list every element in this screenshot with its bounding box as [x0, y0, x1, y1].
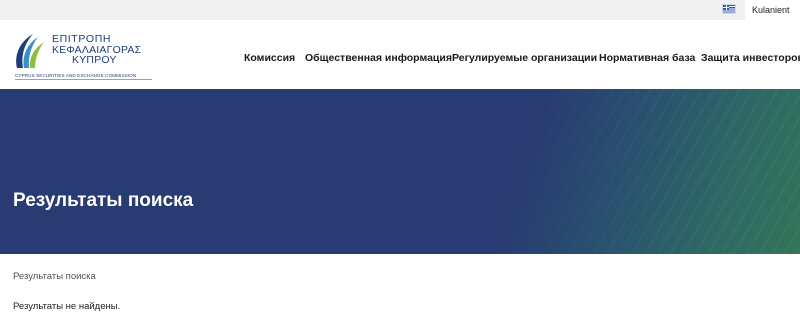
- no-results-message: Результаты не найдены.: [13, 301, 121, 312]
- page-hero-banner: Результаты поиска: [0, 89, 800, 254]
- nav-item-legal-framework[interactable]: Нормативная база: [599, 51, 695, 65]
- logo-wordmark: ΕΠΙΤΡΟΠΗ ΚΕΦΑΛΑΙΑΓΟΡΑΣ ΚΥΠΡΟΥ: [52, 33, 142, 66]
- breadcrumb: Результаты поиска: [13, 271, 96, 282]
- nav-item-investor-protection[interactable]: Защита инвесторов: [701, 51, 800, 65]
- site-header: ΕΠΙΤΡΟΠΗ ΚΕΦΑΛΑΙΑΓΟΡΑΣ ΚΥΠΡΟΥ CYPRUS SEC…: [0, 20, 800, 89]
- logo-underline: [15, 79, 152, 80]
- top-utility-bar: Kulanient: [0, 0, 800, 20]
- cysec-logo[interactable]: ΕΠΙΤΡΟΠΗ ΚΕΦΑΛΑΙΑΓΟΡΑΣ ΚΥΠΡΟΥ CYPRUS SEC…: [10, 30, 160, 86]
- logo-swoosh-icon: [16, 34, 44, 68]
- user-menu-button[interactable]: Kulanient: [745, 0, 800, 20]
- page-title: Результаты поиска: [13, 190, 194, 211]
- hero-decoration: [500, 89, 800, 254]
- nav-item-commission[interactable]: Комиссия: [244, 51, 295, 65]
- nav-item-public-info[interactable]: Общественная информация: [305, 51, 452, 65]
- nav-item-regulated-entities[interactable]: Регулируемые организации: [452, 51, 597, 65]
- greek-flag-icon[interactable]: [722, 4, 736, 14]
- logo-english-name: CYPRUS SECURITIES AND EXCHANGE COMMISSIO…: [15, 73, 137, 78]
